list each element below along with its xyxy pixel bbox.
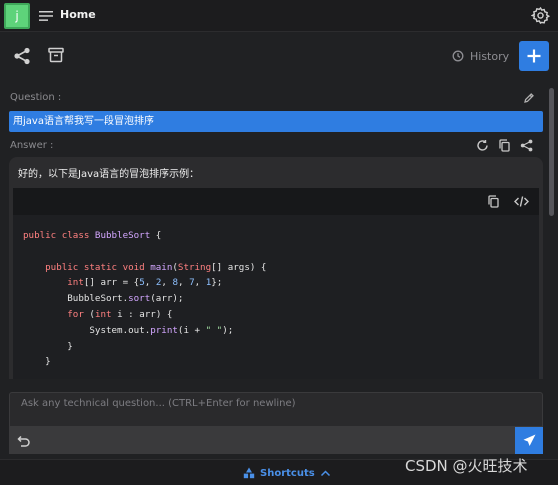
code-token: [] args) { <box>211 261 267 273</box>
code-block: public class BubbleSort { public static … <box>13 188 539 379</box>
code-token: , <box>178 277 190 289</box>
chevron-up-icon <box>320 469 330 476</box>
code-token: } <box>23 356 51 368</box>
code-token: " " <box>205 324 223 336</box>
shortcuts-icon <box>243 467 255 479</box>
code-view-icon[interactable] <box>514 195 529 208</box>
code-token: int <box>94 308 112 320</box>
toolbar: History <box>0 36 558 76</box>
code-token: ); <box>222 324 234 336</box>
archive-icon[interactable] <box>47 46 65 64</box>
edit-icon[interactable] <box>523 92 535 104</box>
answer-actions <box>476 139 533 152</box>
code-token: BubbleSort. <box>23 293 129 305</box>
scrollbar-thumb[interactable] <box>549 88 554 216</box>
code-token: , <box>144 277 156 289</box>
share-answer-icon[interactable] <box>520 139 533 152</box>
code-token: public static void <box>23 261 151 273</box>
history-button[interactable]: History <box>452 47 509 65</box>
code-token: , <box>161 277 173 289</box>
question-input[interactable]: Ask any technical question... (CTRL+Ente… <box>9 392 543 427</box>
code-token: for <box>67 308 84 320</box>
question-text: 用java语言帮我写一段冒泡排序 <box>9 111 543 132</box>
code-token: [] arr = { <box>83 277 140 289</box>
code-header <box>13 188 539 215</box>
code-token: (i + <box>177 324 206 336</box>
code-token: }; <box>211 277 223 289</box>
code-token: public class <box>23 230 95 241</box>
copy-icon[interactable] <box>498 139 511 152</box>
code-token: String <box>177 261 212 273</box>
code-line: } <box>23 339 266 355</box>
new-chat-button[interactable] <box>519 41 549 71</box>
copy-code-icon[interactable] <box>487 195 500 208</box>
watermark: CSDN @火旺技术 <box>405 457 528 475</box>
code-token: , <box>194 277 206 289</box>
refresh-icon[interactable] <box>476 139 489 152</box>
code-token: System.out. <box>23 324 151 336</box>
code-token: BubbleSort <box>94 230 151 241</box>
avatar[interactable]: j <box>4 3 30 29</box>
send-icon <box>523 434 536 446</box>
shortcuts-label: Shortcuts <box>260 467 315 479</box>
code-line: public class BubbleSort { <box>23 228 266 244</box>
answer-card: 好的，以下是Java语言的冒泡排序示例： public class Bubble… <box>9 157 543 379</box>
code-line: BubbleSort.sort(arr); <box>23 291 266 307</box>
history-label: History <box>470 49 510 63</box>
plus-icon <box>527 49 541 63</box>
shortcuts-button[interactable]: Shortcuts <box>243 467 331 479</box>
code-line: int[] arr = {5, 2, 8, 7, 1}; <box>23 275 266 291</box>
history-icon <box>452 50 464 62</box>
code-token: { <box>150 230 162 241</box>
code-line: for (int i : arr) { <box>23 307 266 323</box>
answer-label: Answer : <box>10 140 54 151</box>
code-token: int <box>67 277 84 289</box>
question-label: Question : <box>10 92 62 103</box>
code-token: ( <box>83 308 95 320</box>
input-footer <box>9 427 543 454</box>
code-token: (arr); <box>150 293 184 305</box>
code-line: } <box>23 354 266 370</box>
code-token: sort <box>128 293 151 305</box>
share-icon[interactable] <box>13 47 31 65</box>
home-title[interactable]: Home <box>60 8 96 21</box>
code-token: print <box>150 324 178 336</box>
code-line: public static void main(String[] args) { <box>23 260 266 276</box>
top-bar: j Home <box>0 0 558 32</box>
gear-icon[interactable] <box>531 6 550 25</box>
answer-intro: 好的，以下是Java语言的冒泡排序示例： <box>18 169 200 180</box>
code-token: } <box>23 340 73 352</box>
code-token: i : arr) { <box>111 308 173 320</box>
send-button[interactable] <box>515 427 543 454</box>
code-content: public class BubbleSort { public static … <box>23 228 266 370</box>
undo-icon[interactable] <box>17 434 31 448</box>
code-line: System.out.print(i + " "); <box>23 323 266 339</box>
menu-icon[interactable] <box>39 9 53 23</box>
code-token: main <box>150 261 173 273</box>
